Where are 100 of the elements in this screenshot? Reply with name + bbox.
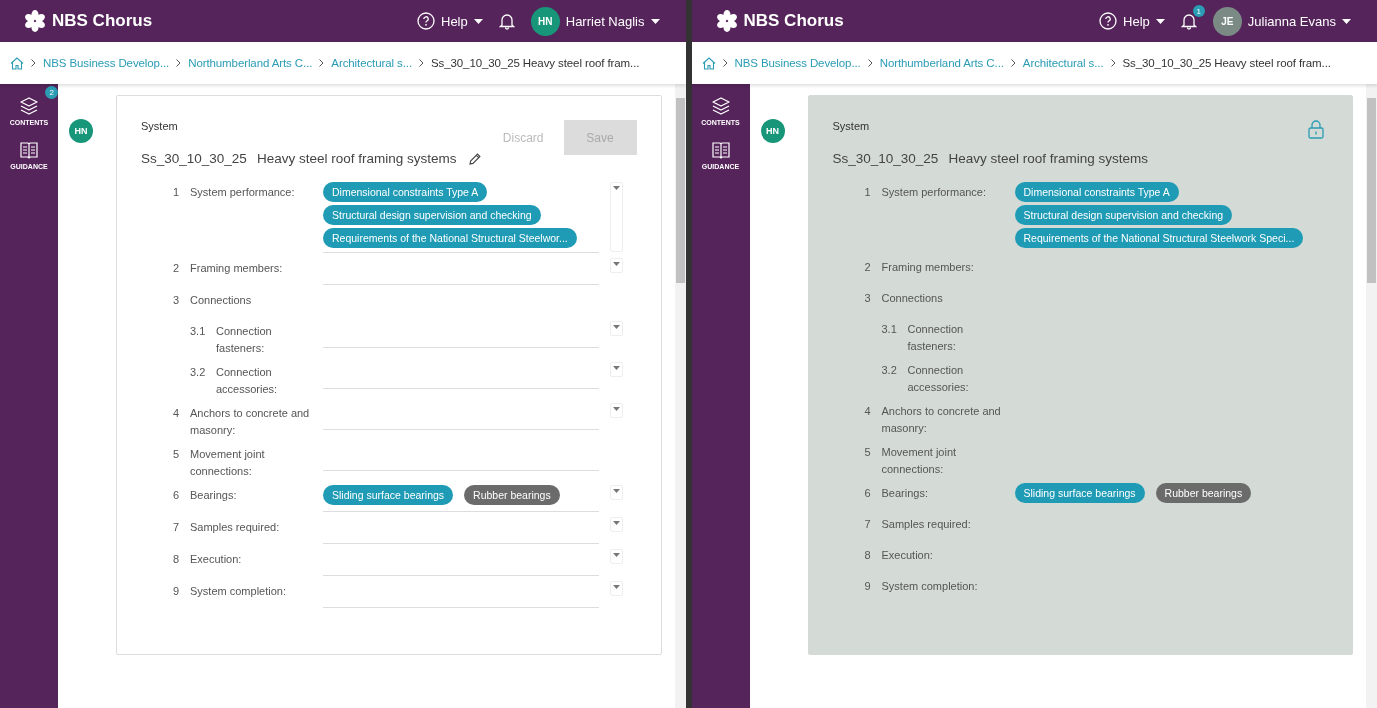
clause-code: Ss_30_10_30_25 bbox=[141, 151, 248, 166]
breadcrumb-link[interactable]: NBS Business Develop... bbox=[43, 57, 170, 69]
tag-chip: Structural design supervision and checking bbox=[1014, 205, 1233, 225]
breadcrumb-current: Ss_30_10_30_25 Heavy steel roof fram... bbox=[431, 57, 640, 69]
item-number: 8 bbox=[864, 548, 872, 563]
dropdown-button[interactable] bbox=[610, 581, 623, 596]
chevron-icon bbox=[867, 59, 873, 67]
home-icon[interactable] bbox=[10, 56, 24, 70]
item-number: 6 bbox=[173, 488, 181, 503]
layers-icon bbox=[19, 96, 39, 116]
item-label: System completion: bbox=[190, 584, 287, 599]
item-number: 3.2 bbox=[190, 365, 207, 380]
tag-chip: Sliding surface bearings bbox=[1014, 483, 1145, 503]
item-number: 5 bbox=[864, 445, 872, 460]
item-label: Anchors to concrete and masonry: bbox=[881, 404, 1002, 436]
breadcrumb-link[interactable]: Northumberland Arts C... bbox=[188, 57, 313, 69]
caret-icon bbox=[650, 18, 660, 24]
tag-chip[interactable]: Rubber bearings bbox=[464, 485, 560, 505]
item-label: Execution: bbox=[881, 548, 934, 563]
discard-button[interactable]: Discard bbox=[502, 130, 544, 145]
notifications-button[interactable] bbox=[1180, 12, 1197, 30]
item-number: 7 bbox=[173, 520, 181, 535]
item-label: Movement joint connections: bbox=[881, 445, 958, 477]
book-icon bbox=[710, 140, 731, 160]
dropdown-button[interactable] bbox=[610, 362, 623, 377]
help-menu[interactable]: Help bbox=[417, 12, 483, 30]
section-label: System bbox=[141, 120, 179, 132]
count-badge: 2 bbox=[45, 86, 59, 99]
item-number: 9 bbox=[864, 579, 872, 594]
chevron-icon bbox=[419, 59, 424, 67]
dropdown-button[interactable] bbox=[610, 485, 623, 500]
input-field[interactable]: Dimensional constraints Type A Structural design supervision and checking Requirements of the National Structural Steelwor... bbox=[323, 182, 599, 253]
help-icon bbox=[417, 12, 435, 30]
user-menu[interactable]: JE Julianna Evans bbox=[1212, 6, 1351, 36]
item-label: Bearings: bbox=[881, 486, 929, 501]
chevron-icon bbox=[176, 59, 182, 67]
scrollbar[interactable] bbox=[1366, 84, 1377, 708]
flower-logo-icon bbox=[24, 10, 46, 32]
item-number: 3.1 bbox=[190, 324, 207, 339]
item-number: 4 bbox=[864, 404, 872, 419]
chevron-icon bbox=[722, 59, 728, 67]
item-label: Connection accessories: bbox=[216, 365, 279, 397]
chevron-icon bbox=[1010, 59, 1016, 67]
caret-icon bbox=[1155, 18, 1165, 24]
author-avatar: HN bbox=[69, 119, 93, 143]
item-label: Framing members: bbox=[190, 261, 284, 276]
item-number: 1 bbox=[173, 185, 181, 200]
breadcrumb-link[interactable]: Architectural s... bbox=[331, 57, 412, 69]
user-avatar: JE bbox=[1212, 6, 1242, 36]
tag-chip[interactable]: Dimensional constraints Type A bbox=[323, 182, 488, 202]
tag-chip: Rubber bearings bbox=[1155, 483, 1252, 503]
item-label: Connections bbox=[190, 293, 253, 308]
clause-code: Ss_30_10_30_25 bbox=[832, 151, 940, 166]
item-label: Framing members: bbox=[881, 260, 975, 275]
dropdown-button[interactable] bbox=[610, 517, 623, 532]
section-label: System bbox=[832, 120, 871, 132]
breadcrumb-link[interactable]: Architectural s... bbox=[1022, 57, 1104, 69]
item-label: Anchors to concrete and masonry: bbox=[190, 406, 311, 438]
home-icon[interactable] bbox=[701, 56, 716, 70]
input-field[interactable]: Sliding surface bearings Rubber bearings bbox=[323, 485, 599, 512]
tag-chip[interactable]: Requirements of the National Structural Steelwor... bbox=[323, 228, 577, 248]
dropdown-button[interactable] bbox=[610, 321, 623, 336]
notifications-button[interactable] bbox=[498, 12, 515, 30]
book-icon bbox=[19, 140, 39, 160]
user-avatar: HN bbox=[530, 6, 560, 36]
caret-icon bbox=[613, 585, 620, 589]
item-number: 4 bbox=[173, 406, 181, 421]
user-menu[interactable]: HN Harriet Naglis bbox=[530, 6, 660, 36]
notification-badge: 1 bbox=[1192, 5, 1205, 17]
item-number: 2 bbox=[173, 261, 181, 276]
clause-title: Heavy steel roof framing systems bbox=[257, 151, 457, 166]
item-label: Connection accessories: bbox=[907, 363, 970, 395]
app-name: NBS Chorus bbox=[743, 11, 844, 31]
item-number: 7 bbox=[864, 517, 872, 532]
app-name: NBS Chorus bbox=[52, 11, 153, 31]
item-number: 3 bbox=[173, 293, 181, 308]
item-number: 1 bbox=[864, 185, 872, 200]
chevron-icon bbox=[31, 59, 36, 67]
item-label: Execution: bbox=[190, 552, 243, 567]
item-label: Samples required: bbox=[190, 520, 281, 535]
pencil-icon[interactable] bbox=[467, 151, 482, 166]
breadcrumb-link[interactable]: Northumberland Arts C... bbox=[879, 57, 1004, 69]
item-label: Samples required: bbox=[881, 517, 972, 532]
chevron-icon bbox=[1110, 59, 1116, 67]
tag-chip[interactable]: Sliding surface bearings bbox=[323, 485, 454, 505]
help-menu[interactable]: Help bbox=[1099, 12, 1165, 30]
item-label: System completion: bbox=[881, 579, 979, 594]
dropdown-button[interactable] bbox=[610, 403, 623, 418]
tag-chip[interactable]: Structural design supervision and checking bbox=[323, 205, 541, 225]
caret-icon bbox=[473, 18, 483, 24]
dropdown-button[interactable] bbox=[610, 258, 623, 273]
item-label: Connection fasteners: bbox=[216, 324, 273, 356]
item-label: System performance: bbox=[881, 185, 988, 200]
caret-icon bbox=[613, 521, 620, 525]
lock-icon bbox=[1308, 120, 1324, 139]
breadcrumb-link[interactable]: NBS Business Develop... bbox=[734, 57, 861, 69]
scrollbar[interactable] bbox=[674, 84, 686, 708]
flower-logo-icon bbox=[715, 10, 738, 32]
caret-icon bbox=[613, 186, 620, 190]
dropdown-button[interactable] bbox=[610, 549, 623, 564]
